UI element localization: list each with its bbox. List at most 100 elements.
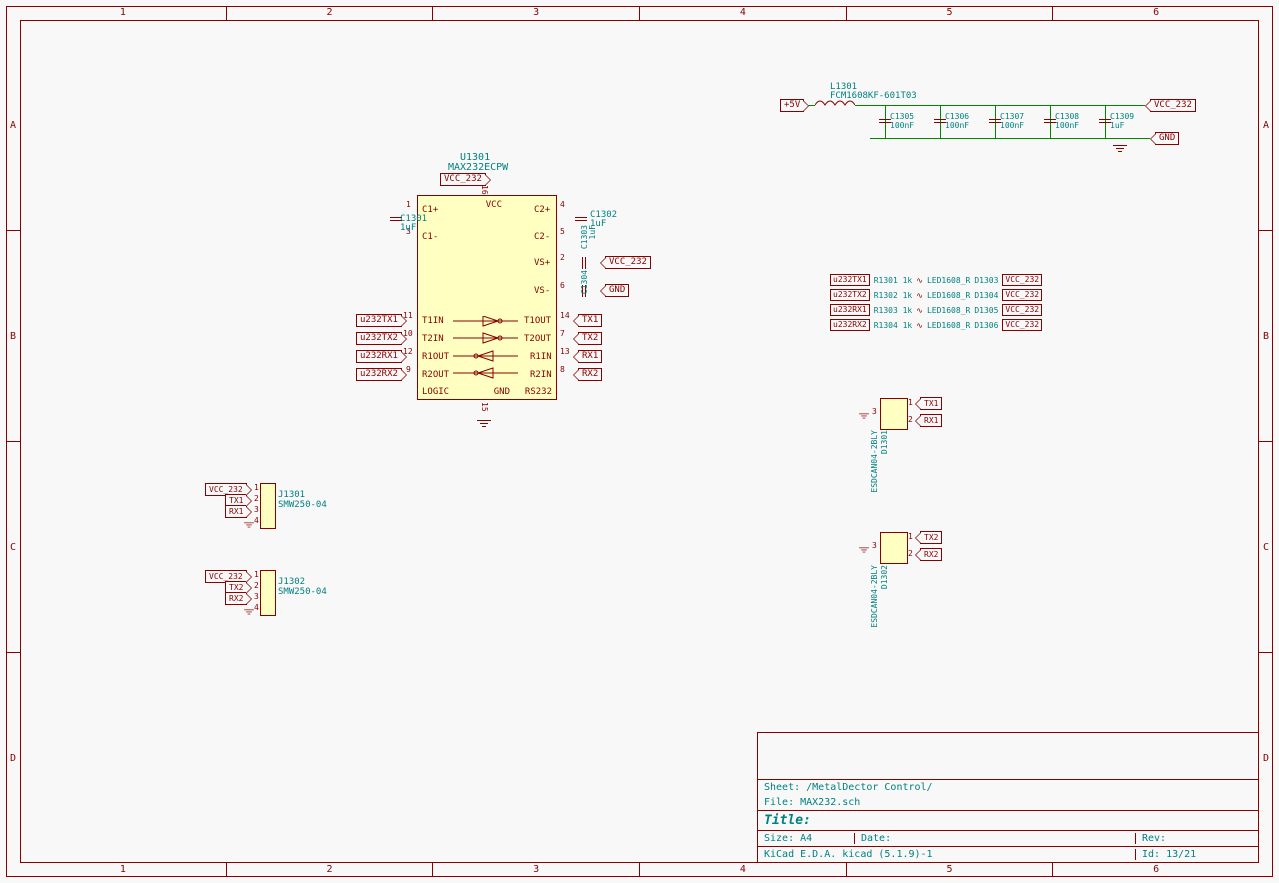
gnd-esd1 xyxy=(859,414,869,421)
j2p4: 4 xyxy=(254,603,259,612)
tb-id: Id: 13/21 xyxy=(1135,849,1252,860)
j2p1: 1 xyxy=(254,570,259,579)
gnd-icon-ic xyxy=(477,420,491,430)
pinnum-6: 6 xyxy=(560,281,565,290)
esd1-tx1: TX1 xyxy=(920,397,942,410)
ruler-bottom: 123 456 xyxy=(20,863,1259,877)
led-row-0: u232TX1R1301 1k ∿LED1608_RD1303 VCC_232 xyxy=(830,274,1042,286)
gnd-icon-pwr xyxy=(1113,145,1127,155)
gnd-j2 xyxy=(244,610,254,617)
wire-gnd xyxy=(870,138,1150,139)
pin-t1in: T1IN xyxy=(422,316,444,326)
esd2-rx2: RX2 xyxy=(920,548,942,561)
esd2-p3: 3 xyxy=(872,541,877,550)
pin-t1out: T1OUT xyxy=(524,316,551,326)
v-c1306: 100nF xyxy=(945,121,969,130)
pin-c2p: C2+ xyxy=(534,205,550,215)
pinnum-5: 5 xyxy=(560,227,565,236)
led-row-3: u232RX2R1304 1k ∿LED1608_RD1306 VCC_232 xyxy=(830,319,1042,331)
netlabel-gnd-vsm: GND xyxy=(605,284,629,297)
nl-u232rx1: u232RX1 xyxy=(356,350,402,363)
esd1-p3: 3 xyxy=(872,407,877,416)
nl-u232tx1: u232TX1 xyxy=(356,314,402,327)
esd1-p1: 1 xyxy=(908,398,913,407)
ref-j1301: J1301 xyxy=(278,490,305,500)
j2p3: 3 xyxy=(254,592,259,601)
v-c1307: 100nF xyxy=(1000,121,1024,130)
pinnum-14: 14 xyxy=(560,311,570,320)
esd-d1301 xyxy=(880,398,908,430)
ic-value: MAX232ECPW xyxy=(448,162,508,173)
pin-t2out: T2OUT xyxy=(524,334,551,344)
esd2-p1: 1 xyxy=(908,532,913,541)
schematic-canvas: 123 456 123 456 AB CD AB CD U1301 MAX232… xyxy=(0,0,1279,883)
r-c1306: C1306 xyxy=(945,112,969,121)
j1p3: 3 xyxy=(254,505,259,514)
tb-rev: Rev: xyxy=(1135,833,1252,844)
pin-vcc: VCC xyxy=(486,200,502,210)
connector-j1301 xyxy=(260,483,276,529)
esd2-p2: 2 xyxy=(908,549,913,558)
cap-c1302 xyxy=(575,214,587,224)
pinnum-1: 1 xyxy=(406,200,411,209)
nl-rx2: RX2 xyxy=(578,368,602,381)
esd1-p2: 2 xyxy=(908,415,913,424)
ref-d1302: D1302 xyxy=(880,565,889,589)
led-row-2: u232RX1R1303 1k ∿LED1608_RD1305 VCC_232 xyxy=(830,304,1042,316)
ref-j1302: J1302 xyxy=(278,577,305,587)
j1p2: 2 xyxy=(254,494,259,503)
pin-gnd: GND xyxy=(494,387,510,397)
v-c1305: 100nF xyxy=(890,121,914,130)
j1-n3: RX1 xyxy=(225,505,247,518)
r-c1307: C1307 xyxy=(1000,112,1024,121)
tb-size: Size: A4 xyxy=(764,833,854,844)
ruler-right: AB CD xyxy=(1259,20,1273,863)
v-c1309: 1uF xyxy=(1110,121,1124,130)
pin-c1m: C1- xyxy=(422,232,438,242)
tb-sheet: Sheet: /MetalDector Control/ xyxy=(764,782,933,793)
inductor-icon xyxy=(815,100,855,110)
pin-r1out: R1OUT xyxy=(422,352,449,362)
netlabel-vcc232-vsp: VCC_232 xyxy=(605,256,651,269)
tb-date: Date: xyxy=(854,833,1135,844)
gnd-j1 xyxy=(244,523,254,530)
tb-title: Title: xyxy=(764,813,811,828)
wire-vcc232 xyxy=(855,105,1145,106)
r-c1308: C1308 xyxy=(1055,112,1079,121)
nl-vcc232-pwr: VCC_232 xyxy=(1150,99,1196,112)
ruler-top: 123 456 xyxy=(20,6,1259,20)
pinnum-2: 2 xyxy=(560,253,565,262)
j1p4: 4 xyxy=(254,516,259,525)
pin-vsp: VS+ xyxy=(534,258,550,268)
pin-t2in: T2IN xyxy=(422,334,444,344)
pin-r1in: R1IN xyxy=(530,352,552,362)
buffer-icons xyxy=(448,316,528,386)
cap-c1303b xyxy=(579,257,589,269)
connector-j1302 xyxy=(260,570,276,616)
nl-u232rx2: u232RX2 xyxy=(356,368,402,381)
lbl-logic: LOGIC xyxy=(422,387,449,397)
lbl-rs232: RS232 xyxy=(525,387,552,397)
nl-u232tx2: u232TX2 xyxy=(356,332,402,345)
pinnum-16: 16 xyxy=(480,185,489,195)
j2-n3: RX2 xyxy=(225,592,247,605)
led-row-1: u232TX2R1302 1k ∿LED1608_RD1304 VCC_232 xyxy=(830,289,1042,301)
r-c1309: C1309 xyxy=(1110,112,1134,121)
val-d1302: ESDCAN04-2BLY xyxy=(870,565,879,628)
esd2-tx2: TX2 xyxy=(920,531,942,544)
nl-rx1: RX1 xyxy=(578,350,602,363)
pin-vsm: VS- xyxy=(534,286,550,296)
v-c1308: 100nF xyxy=(1055,121,1079,130)
val-c1301: 1uF xyxy=(400,223,416,233)
r-c1305: C1305 xyxy=(890,112,914,121)
val-d1301: ESDCAN04-2BLY xyxy=(870,430,879,493)
gnd-esd2 xyxy=(859,548,869,555)
pinnum-8: 8 xyxy=(560,365,565,374)
esd1-rx1: RX1 xyxy=(920,414,942,427)
j2p2: 2 xyxy=(254,581,259,590)
pin-r2out: R2OUT xyxy=(422,370,449,380)
pinnum-7: 7 xyxy=(560,329,565,338)
nl-tx2: TX2 xyxy=(578,332,602,345)
esd-d1302 xyxy=(880,532,908,564)
pinnum-13: 13 xyxy=(560,347,570,356)
